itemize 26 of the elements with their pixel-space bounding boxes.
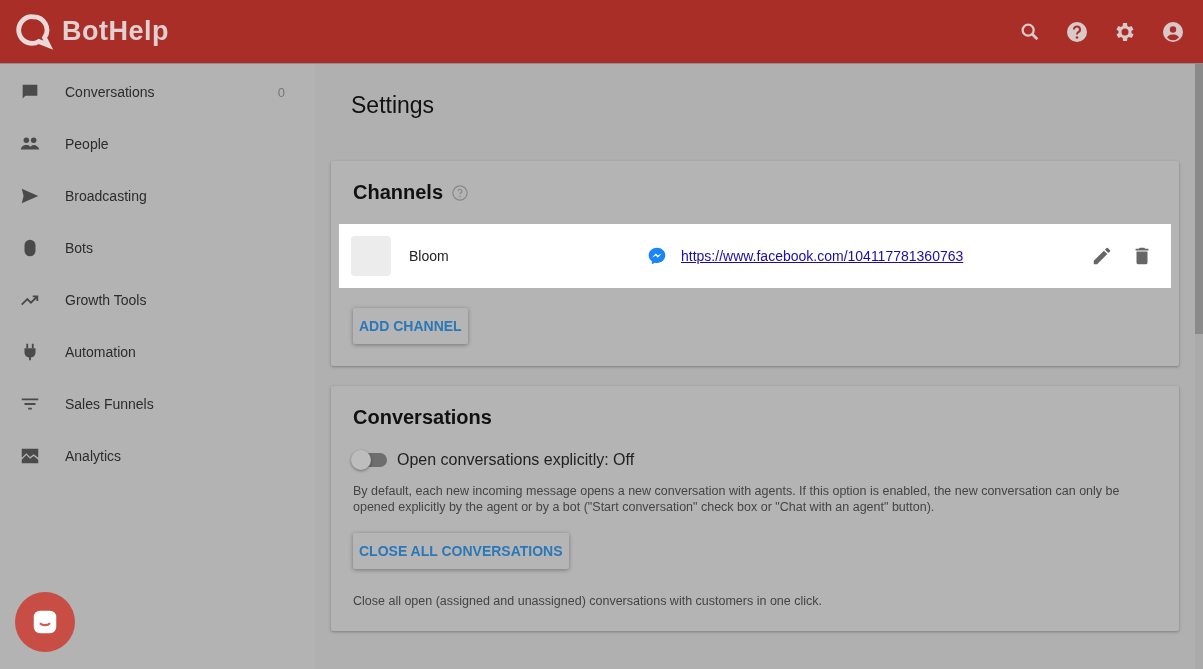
button-description: Close all open (assigned and unassigned) conversations with customers in one click. [353, 593, 823, 609]
sidebar-item[interactable]: Broadcasting [0, 170, 315, 222]
sidebar-item[interactable]: Growth Tools [0, 274, 315, 326]
page-title: Settings [351, 92, 436, 119]
toggle-switch[interactable] [353, 453, 387, 467]
section-title: Channels [353, 181, 444, 204]
messenger-icon [647, 246, 667, 266]
sidebar-item[interactable]: Analytics [0, 430, 315, 482]
account-icon[interactable] [1161, 19, 1185, 44]
sidebar-item[interactable]: Automation [0, 326, 315, 378]
channel-name: Bloom [409, 248, 450, 264]
section-title: Conversations [353, 406, 493, 429]
sidebar-item[interactable]: Bots [0, 222, 315, 274]
channel-link[interactable]: https://www.facebook.com/104117781360763 [681, 248, 1073, 264]
sidebar-item[interactable]: Sales Funnels [0, 378, 315, 430]
sidebar-item[interactable]: People [0, 118, 315, 170]
toggle-label: Open conversations explicitly: Off [397, 451, 635, 469]
sidebar-item[interactable]: Conversations 0 [0, 66, 315, 118]
app-logo: BotHelp [62, 16, 169, 47]
scrollbar[interactable] [1195, 64, 1203, 669]
chat-launcher-button[interactable] [15, 592, 75, 652]
help-icon[interactable] [1065, 19, 1089, 44]
option-description: By default, each new incoming message opens a new conversation with agents. If this option is enabled, the new conversation can only be opened explicitly by the agent or by a bot ("Start conversation" check box or "Chat with an agent" button). [353, 483, 1121, 515]
edit-icon[interactable] [1091, 245, 1113, 267]
chat-bubble-logo-icon [16, 12, 54, 51]
unread-count: 0 [277, 84, 285, 100]
